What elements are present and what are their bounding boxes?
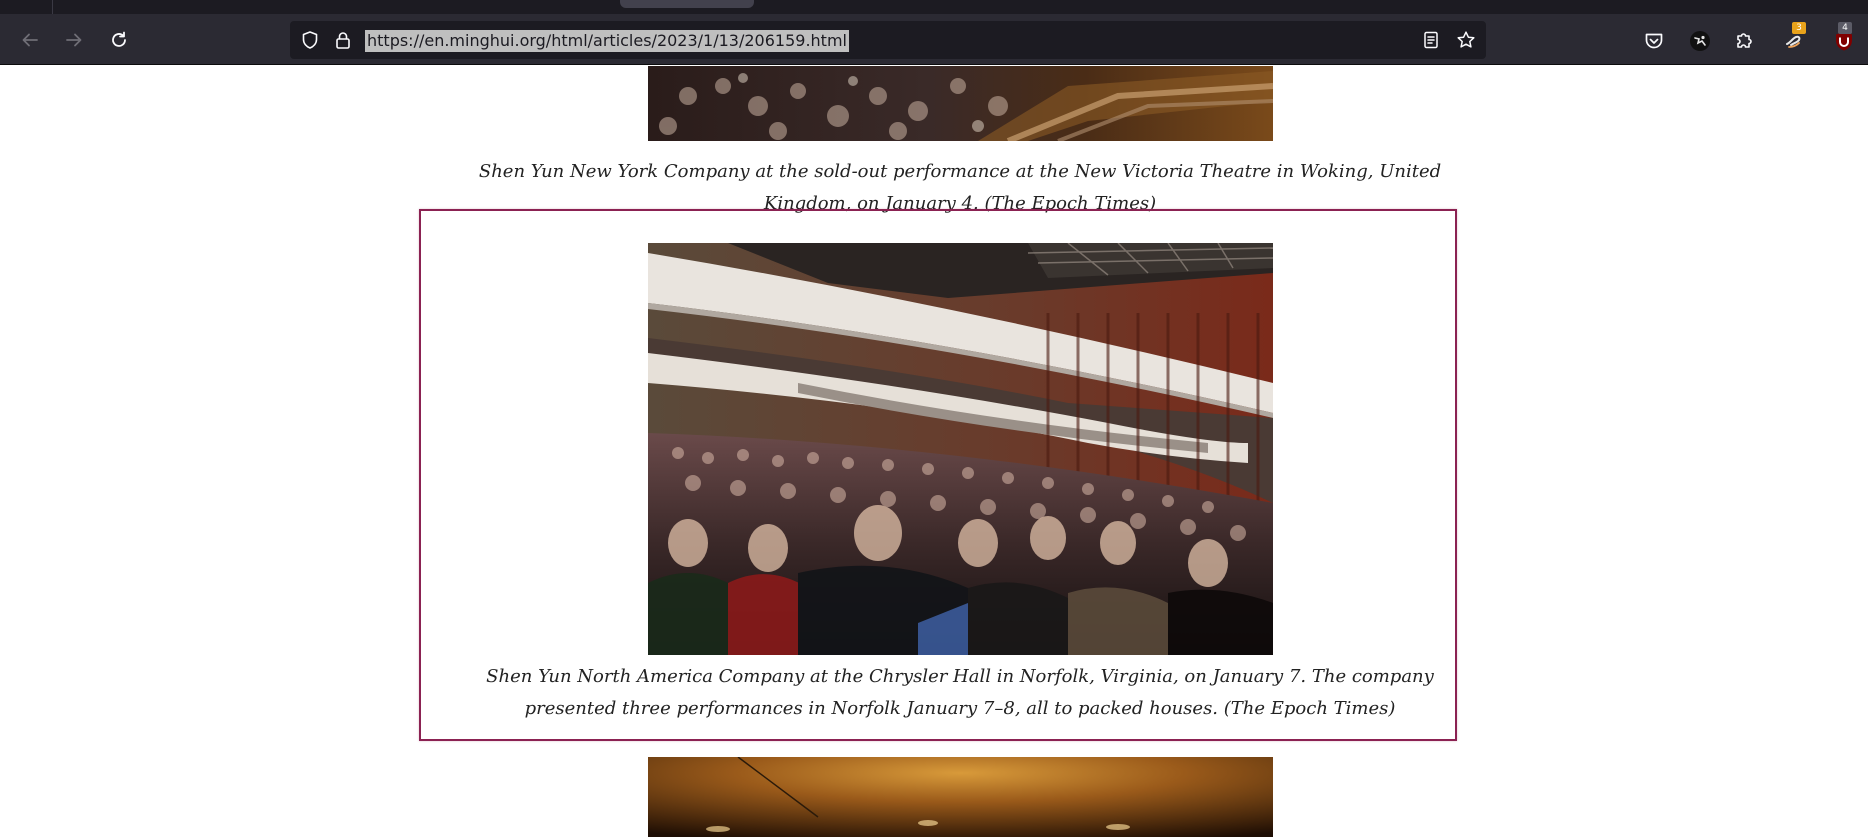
active-tab[interactable]	[620, 0, 754, 8]
back-button[interactable]	[14, 24, 46, 56]
article-photo-1	[648, 66, 1273, 141]
photo-caption-2: Shen Yun North America Company at the Ch…	[486, 666, 1434, 719]
ublock-badge: 4	[1838, 22, 1852, 34]
tab-divider	[52, 0, 53, 14]
page-content: Shen Yun New York Company at the sold-ou…	[0, 66, 1868, 837]
pocket-icon[interactable]	[1642, 29, 1666, 53]
extension-swirl-badge: 3	[1792, 22, 1806, 34]
navigation-toolbar: https://en.minghui.org/html/articles/202…	[0, 14, 1868, 65]
forward-button[interactable]	[58, 24, 90, 56]
theatre-ceiling-image	[648, 757, 1273, 837]
chrysler-hall-audience-image	[648, 243, 1273, 655]
arrow-right-icon	[66, 33, 82, 47]
lock-icon[interactable]	[333, 30, 353, 50]
arrow-left-icon	[22, 33, 38, 47]
article-photo-3	[648, 757, 1273, 837]
audience-photo-image	[648, 66, 1273, 141]
url-text[interactable]: https://en.minghui.org/html/articles/202…	[365, 30, 849, 52]
tab-strip	[0, 0, 1868, 14]
reader-view-icon[interactable]	[1421, 30, 1441, 50]
reload-icon	[112, 31, 126, 47]
extensions-puzzle-icon[interactable]	[1732, 29, 1756, 53]
bookmark-star-icon[interactable]	[1456, 30, 1476, 50]
address-bar[interactable]: https://en.minghui.org/html/articles/202…	[290, 21, 1486, 59]
shield-icon[interactable]	[300, 30, 320, 50]
article-photo-2	[648, 243, 1273, 655]
extension-avatar-icon[interactable]	[1688, 29, 1712, 53]
reload-button[interactable]	[103, 24, 135, 56]
